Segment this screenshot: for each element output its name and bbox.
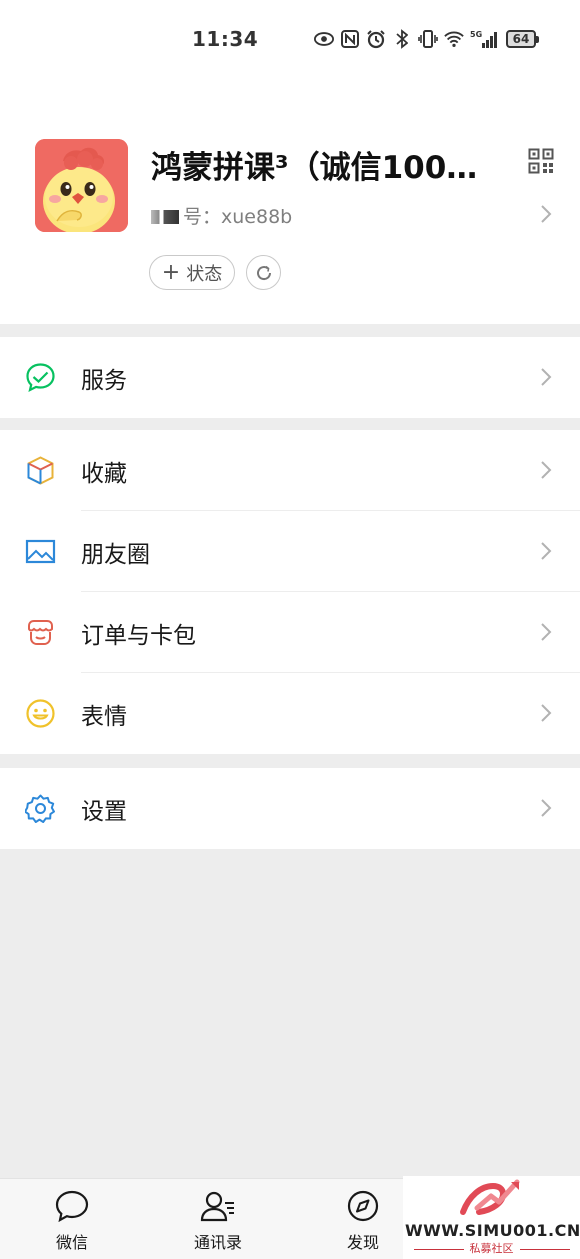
chat-bubble-icon: [54, 1189, 90, 1223]
wechat-id: 号：xue88b: [151, 202, 292, 229]
chevron-right-icon: [540, 204, 552, 228]
favorites-cube-icon: [25, 455, 56, 486]
vibrate-icon: [418, 29, 438, 49]
watermark-text: WWW.SIMU001.CN: [405, 1221, 580, 1240]
wechat-id-value: xue88b: [221, 206, 293, 228]
tab-contacts[interactable]: 通讯录: [148, 1179, 288, 1259]
profile-nickname: 鸿蒙拼课³（诚信100…: [151, 150, 478, 186]
menu-label-services: 服务: [81, 367, 127, 394]
tab-chats[interactable]: 微信: [2, 1179, 142, 1259]
qr-code-icon[interactable]: [528, 148, 554, 174]
menu-item-services[interactable]: 服务: [0, 337, 580, 418]
battery-indicator: 64: [506, 30, 539, 48]
watermark: WWW.SIMU001.CN 私募社区: [403, 1176, 580, 1259]
menu-label-stickers: 表情: [81, 703, 127, 730]
chevron-right-icon: [540, 622, 552, 646]
nfc-icon: [340, 29, 360, 49]
refresh-icon: [256, 265, 271, 280]
menu-label-orders-cards: 订单与卡包: [81, 622, 196, 649]
bluetooth-icon: [392, 29, 412, 49]
settings-gear-icon: [23, 793, 56, 824]
watermark-subtitle: 私募社区: [403, 1240, 580, 1256]
menu-item-orders-cards[interactable]: 订单与卡包: [0, 592, 580, 673]
eye-icon: [314, 29, 334, 49]
sticker-smile-icon: [25, 698, 56, 729]
services-icon: [25, 362, 56, 393]
add-status-button[interactable]: + 状态: [149, 255, 235, 290]
menu-group-settings: 设置: [0, 768, 580, 849]
menu-label-favorites: 收藏: [81, 460, 127, 487]
wechat-id-label: 号：: [183, 206, 222, 228]
menu-label-moments: 朋友圈: [81, 541, 150, 568]
wifi-icon: [444, 29, 464, 49]
status-time: 11:34: [192, 27, 259, 51]
chevron-right-icon: [540, 460, 552, 484]
refresh-status-button[interactable]: [246, 255, 281, 290]
compass-icon: [345, 1189, 381, 1223]
chevron-right-icon: [540, 703, 552, 727]
contacts-icon: [200, 1189, 236, 1223]
moments-image-icon: [25, 536, 56, 567]
chevron-right-icon: [540, 367, 552, 391]
menu-item-settings[interactable]: 设置: [0, 768, 580, 849]
svg-text:5G: 5G: [470, 30, 482, 39]
chevron-right-icon: [540, 798, 552, 822]
menu-item-stickers[interactable]: 表情: [0, 673, 580, 754]
plus-icon: +: [161, 259, 181, 285]
orders-cards-icon: [25, 617, 56, 648]
status-icons: 5G 64: [314, 28, 539, 50]
menu-item-favorites[interactable]: 收藏: [0, 430, 580, 511]
tab-label-chats: 微信: [55, 1233, 88, 1252]
tab-label-contacts: 通讯录: [193, 1233, 242, 1252]
alarm-icon: [366, 29, 386, 49]
profile-header[interactable]: 鸿蒙拼课³（诚信100… 号：xue88b + 状态: [0, 80, 580, 324]
masked-text: [151, 210, 179, 224]
battery-level: 64: [506, 30, 536, 48]
status-bar: 11:34 5G 64: [0, 0, 580, 80]
menu-group-main: 收藏 朋友圈 订单与卡包 表情: [0, 430, 580, 754]
avatar[interactable]: [35, 139, 128, 232]
chevron-right-icon: [540, 541, 552, 565]
menu-label-settings: 设置: [81, 798, 127, 825]
5g-signal-icon: 5G: [470, 29, 500, 49]
menu-group-services: 服务: [0, 337, 580, 418]
status-button-label: 状态: [186, 263, 223, 285]
menu-item-moments[interactable]: 朋友圈: [0, 511, 580, 592]
watermark-logo: [459, 1178, 523, 1220]
